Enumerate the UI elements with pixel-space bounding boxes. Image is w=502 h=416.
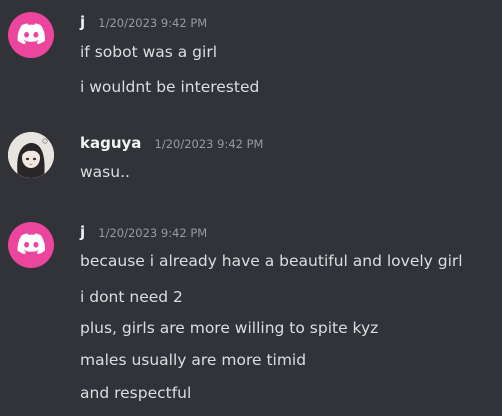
timestamp: 1/20/2023 9:42 PM (98, 16, 208, 30)
message-group-2: kaguya 1/20/2023 9:42 PM wasu.. (0, 120, 502, 200)
message-line: wasu.. (80, 163, 130, 181)
message-line: plus, girls are more willing to spite ky… (80, 319, 379, 337)
message-header: j 1/20/2023 9:42 PM (80, 12, 207, 31)
message-line: if sobot was a girl (80, 43, 218, 61)
timestamp: 1/20/2023 9:42 PM (154, 137, 264, 151)
user-avatar-j[interactable] (8, 222, 54, 268)
message-line: males usually are more timid (80, 351, 307, 369)
message-header: kaguya 1/20/2023 9:42 PM (80, 133, 263, 152)
username[interactable]: j (80, 13, 85, 31)
message-line: because i already have a beautiful and l… (80, 252, 463, 270)
username[interactable]: kaguya (80, 134, 141, 152)
message-line: i dont need 2 (80, 288, 183, 306)
message-line: i wouldnt be interested (80, 78, 260, 96)
discord-logo-icon (17, 23, 45, 45)
username[interactable]: j (80, 223, 85, 241)
message-group-3: j 1/20/2023 9:42 PM because i already ha… (0, 212, 502, 416)
message-group-1: j 1/20/2023 9:42 PM if sobot was a girl … (0, 0, 502, 110)
message-header: j 1/20/2023 9:42 PM (80, 222, 207, 241)
timestamp: 1/20/2023 9:42 PM (98, 226, 208, 240)
message-line: and respectful (80, 384, 192, 402)
user-avatar-kaguya[interactable] (8, 132, 54, 178)
user-avatar-j[interactable] (8, 12, 54, 58)
anime-girl-avatar (8, 132, 54, 178)
discord-logo-icon (17, 233, 45, 255)
